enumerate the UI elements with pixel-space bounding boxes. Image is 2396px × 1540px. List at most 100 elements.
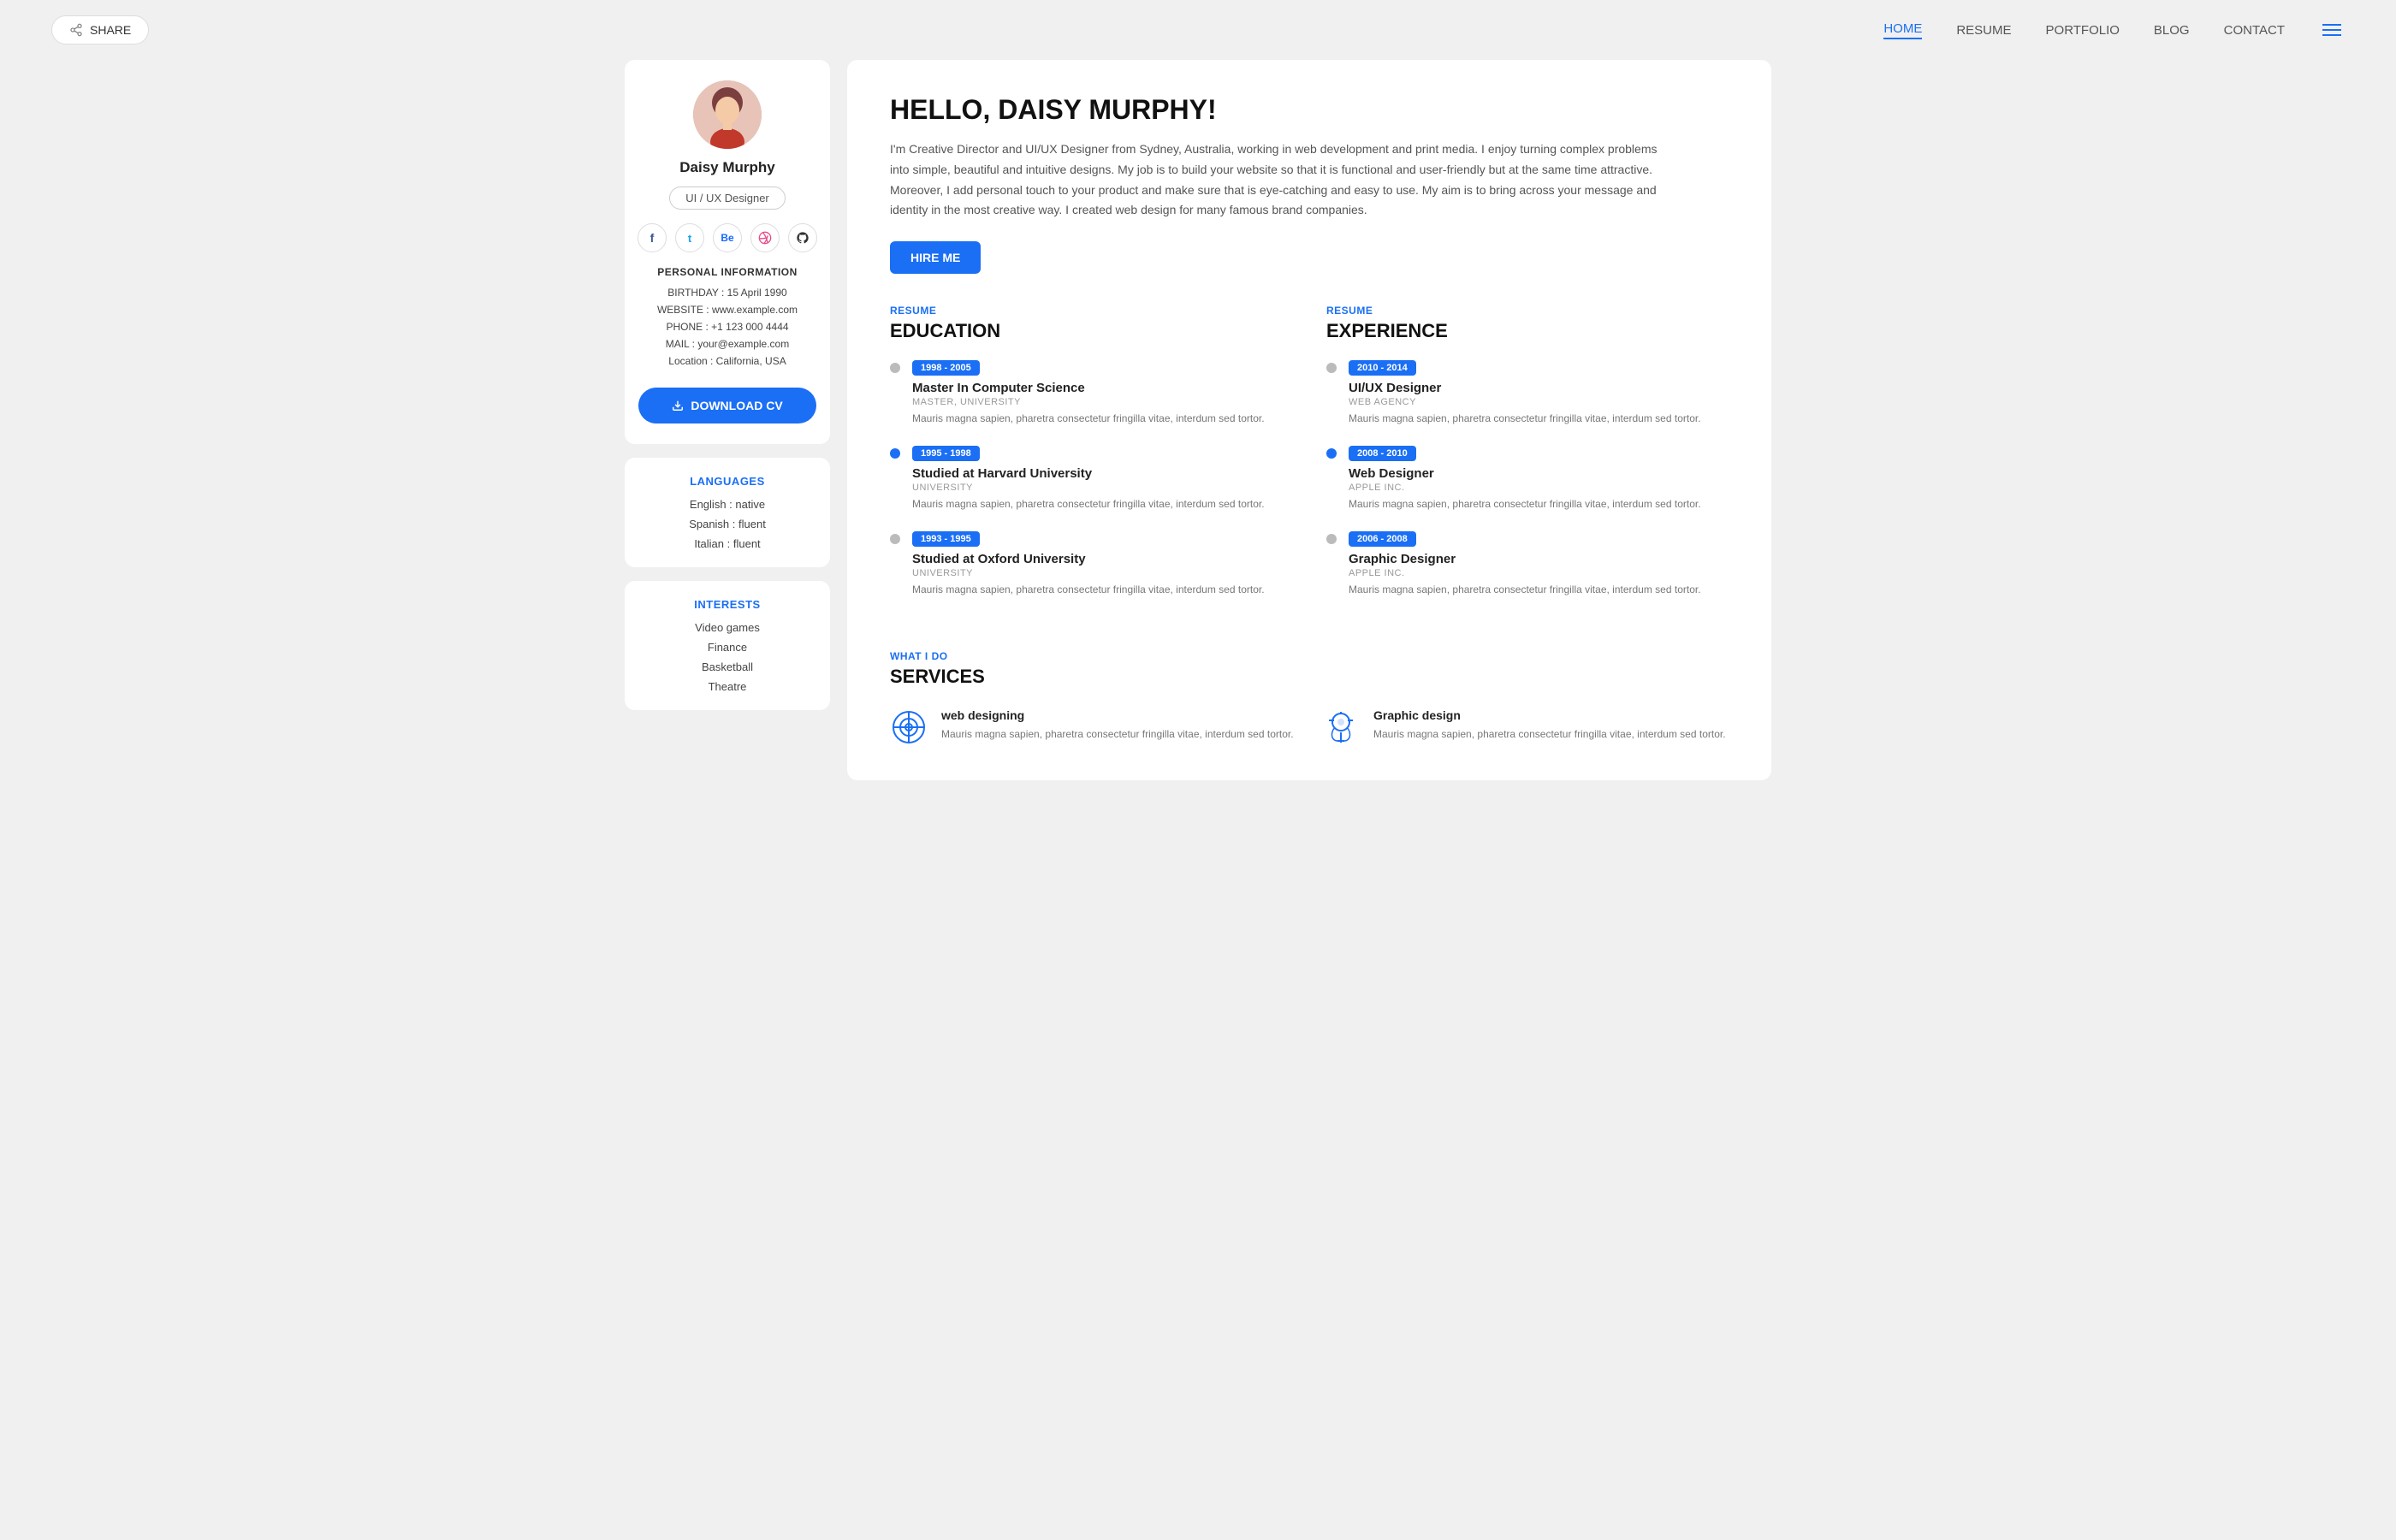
hamburger-menu[interactable] — [2319, 21, 2345, 39]
topnav: SHARE HOME RESUME PORTFOLIO BLOG CONTACT — [0, 0, 2396, 60]
education-item-2: 1995 - 1998 Studied at Harvard Universit… — [890, 445, 1292, 512]
nav-home[interactable]: HOME — [1883, 21, 1922, 39]
nav-portfolio[interactable]: PORTFOLIO — [2046, 23, 2120, 38]
timeline-dot-3 — [890, 534, 900, 544]
edu-desc-3: Mauris magna sapien, pharetra consectetu… — [912, 582, 1265, 597]
personal-info-title: PERSONAL INFORMATION — [638, 266, 816, 278]
experience-item-1: 2010 - 2014 UI/UX Designer Web Agency Ma… — [1326, 359, 1729, 426]
birthday-info: BIRTHDAY : 15 April 1990 — [638, 287, 816, 299]
edu-sub-2: UNIVERSITY — [912, 483, 1265, 493]
hire-me-button[interactable]: HIRE ME — [890, 241, 981, 274]
exp-title-1: UI/UX Designer — [1349, 381, 1701, 395]
experience-item-3: 2006 - 2008 Graphic Designer Apple Inc. … — [1326, 530, 1729, 597]
interest-4: Theatre — [709, 680, 747, 693]
website-info: WEBSITE : www.example.com — [638, 304, 816, 316]
mail-info: MAIL : your@example.com — [638, 338, 816, 350]
exp-desc-3: Mauris magna sapien, pharetra consectetu… — [1349, 582, 1701, 597]
hamburger-line-2 — [2322, 29, 2341, 31]
share-button[interactable]: SHARE — [51, 15, 149, 44]
edu-badge-3: 1993 - 1995 — [912, 531, 980, 547]
web-design-icon — [890, 708, 928, 746]
sidebar-profile-card: Daisy Murphy UI / UX Designer f t Be PER… — [625, 60, 830, 444]
exp-dot-3 — [1326, 534, 1337, 544]
exp-badge-1: 2010 - 2014 — [1349, 360, 1416, 376]
exp-sub-3: Apple Inc. — [1349, 568, 1701, 578]
interest-3: Basketball — [702, 660, 753, 673]
page-description: I'm Creative Director and UI/UX Designer… — [890, 139, 1660, 221]
behance-icon[interactable]: Be — [713, 223, 742, 252]
download-cv-button[interactable]: DOWNLOAD CV — [638, 388, 816, 424]
location-info: Location : California, USA — [638, 355, 816, 367]
exp-title-3: Graphic Designer — [1349, 552, 1701, 566]
education-resume-label: RESUME — [890, 305, 1292, 317]
services-label: WHAT I DO — [890, 650, 1729, 662]
language-3: Italian : fluent — [694, 537, 760, 550]
timeline-dot-2 — [890, 448, 900, 459]
exp-desc-2: Mauris magna sapien, pharetra consectetu… — [1349, 496, 1701, 512]
personal-info-section: PERSONAL INFORMATION BIRTHDAY : 15 April… — [638, 266, 816, 372]
exp-sub-2: Apple Inc. — [1349, 483, 1701, 493]
edu-desc-2: Mauris magna sapien, pharetra consectetu… — [912, 496, 1265, 512]
hamburger-line-3 — [2322, 34, 2341, 36]
exp-badge-3: 2006 - 2008 — [1349, 531, 1416, 547]
edu-title-1: Master In Computer Science — [912, 381, 1265, 395]
exp-desc-1: Mauris magna sapien, pharetra consectetu… — [1349, 411, 1701, 426]
language-1: English : native — [690, 498, 765, 511]
phone-info: PHONE : +1 123 000 4444 — [638, 321, 816, 333]
exp-dot-2 — [1326, 448, 1337, 459]
edu-title-2: Studied at Harvard University — [912, 466, 1265, 481]
services-grid: web designing Mauris magna sapien, phare… — [890, 708, 1729, 746]
download-label: DOWNLOAD CV — [691, 399, 782, 412]
edu-badge-1: 1998 - 2005 — [912, 360, 980, 376]
hamburger-line-1 — [2322, 24, 2341, 26]
service-desc-2: Mauris magna sapien, pharetra consectetu… — [1373, 726, 1726, 742]
timeline-dot-1 — [890, 363, 900, 373]
education-section: RESUME EDUCATION 1998 - 2005 Master In C… — [890, 305, 1292, 616]
share-icon — [69, 23, 83, 37]
exp-dot-1 — [1326, 363, 1337, 373]
languages-title: LANGUAGES — [690, 475, 765, 488]
nav-blog[interactable]: BLOG — [2154, 23, 2190, 38]
service-title-1: web designing — [941, 708, 1294, 722]
dribbble-icon[interactable] — [750, 223, 780, 252]
exp-title-2: Web Designer — [1349, 466, 1701, 481]
facebook-icon[interactable]: f — [638, 223, 667, 252]
interests-card: INTERESTS Video games Finance Basketball… — [625, 581, 830, 710]
page-title: HELLO, DAISY MURPHY! — [890, 94, 1729, 126]
edu-title-3: Studied at Oxford University — [912, 552, 1265, 566]
experience-section: RESUME EXPERIENCE 2010 - 2014 UI/UX Desi… — [1326, 305, 1729, 616]
resume-row: RESUME EDUCATION 1998 - 2005 Master In C… — [890, 305, 1729, 616]
edu-sub-1: MASTER, UNIVERSITY — [912, 397, 1265, 407]
language-2: Spanish : fluent — [689, 518, 766, 530]
github-icon[interactable] — [788, 223, 817, 252]
nav-links: HOME RESUME PORTFOLIO BLOG CONTACT — [1883, 21, 2345, 39]
edu-desc-1: Mauris magna sapien, pharetra consectetu… — [912, 411, 1265, 426]
sidebar: Daisy Murphy UI / UX Designer f t Be PER… — [625, 60, 847, 780]
education-title: EDUCATION — [890, 320, 1292, 342]
exp-sub-1: Web Agency — [1349, 397, 1701, 407]
nav-resume[interactable]: RESUME — [1956, 23, 2011, 38]
experience-resume-label: RESUME — [1326, 305, 1729, 317]
profile-title: UI / UX Designer — [669, 187, 786, 210]
interests-title: INTERESTS — [694, 598, 760, 611]
download-icon — [672, 400, 684, 412]
languages-card: LANGUAGES English : native Spanish : flu… — [625, 458, 830, 567]
twitter-icon[interactable]: t — [675, 223, 704, 252]
experience-title: EXPERIENCE — [1326, 320, 1729, 342]
edu-sub-3: UNIVERSITY — [912, 568, 1265, 578]
experience-item-2: 2008 - 2010 Web Designer Apple Inc. Maur… — [1326, 445, 1729, 512]
education-item-1: 1998 - 2005 Master In Computer Science M… — [890, 359, 1292, 426]
graphic-design-icon — [1322, 708, 1360, 746]
main-content: HELLO, DAISY MURPHY! I'm Creative Direct… — [847, 60, 1771, 780]
service-title-2: Graphic design — [1373, 708, 1726, 722]
interest-1: Video games — [695, 621, 760, 634]
edu-badge-2: 1995 - 1998 — [912, 446, 980, 461]
services-title: SERVICES — [890, 666, 1729, 688]
main-layout: Daisy Murphy UI / UX Designer f t Be PER… — [599, 60, 1797, 814]
service-item-1: web designing Mauris magna sapien, phare… — [890, 708, 1296, 746]
avatar — [693, 80, 762, 149]
interest-2: Finance — [708, 641, 747, 654]
education-item-3: 1993 - 1995 Studied at Oxford University… — [890, 530, 1292, 597]
share-label: SHARE — [90, 23, 131, 37]
nav-contact[interactable]: CONTACT — [2224, 23, 2285, 38]
